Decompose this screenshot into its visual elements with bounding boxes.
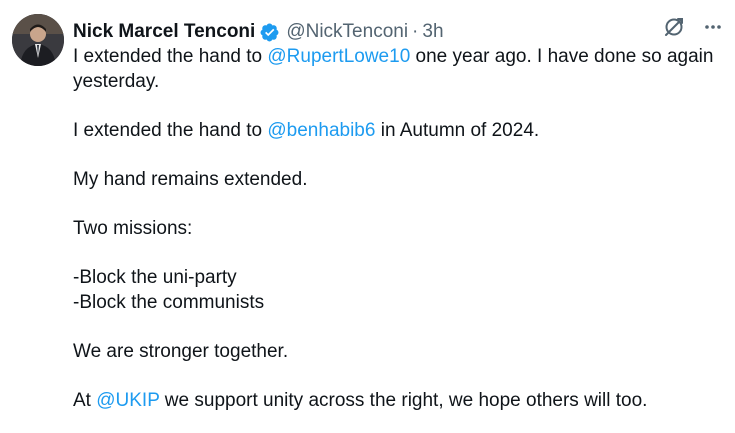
paragraph-7: At @UKIP we support unity across the rig…: [73, 388, 723, 413]
verified-badge-icon[interactable]: [259, 22, 280, 43]
mention-link[interactable]: @benhabib6: [267, 120, 375, 141]
avatar[interactable]: [12, 14, 64, 66]
post-time[interactable]: 3h: [422, 21, 443, 43]
paragraph-4: Two missions:: [73, 218, 193, 239]
text-segment: At: [73, 390, 97, 411]
paragraph-5: -Block the uni-party -Block the communist…: [73, 265, 723, 315]
header-actions: [663, 16, 723, 38]
avatar-photo: [12, 14, 64, 66]
text-segment: we support unity across the right, we ho…: [159, 390, 648, 411]
separator-dot: ·: [412, 21, 419, 42]
tweet: Nick Marcel Tenconi @NickTenconi · 3h I …: [0, 0, 735, 433]
text-segment: I extended the hand to: [73, 120, 268, 141]
tweet-header: Nick Marcel Tenconi @NickTenconi · 3h: [73, 20, 723, 44]
paragraph-2: I extended the hand to @benhabib6 in Aut…: [73, 118, 723, 143]
author-name[interactable]: Nick Marcel Tenconi: [73, 21, 255, 43]
text-segment: I extended the hand to: [73, 46, 268, 67]
mention-link[interactable]: @RupertLowe10: [267, 46, 410, 67]
list-line: -Block the communists: [73, 292, 265, 313]
more-options-icon[interactable]: [703, 17, 723, 37]
paragraph-6: We are stronger together.: [73, 341, 289, 362]
grok-icon[interactable]: [663, 16, 685, 38]
paragraph-3: My hand remains extended.: [73, 169, 308, 190]
tweet-text: I extended the hand to @RupertLowe10 one…: [73, 44, 723, 413]
mention-link[interactable]: @UKIP: [96, 390, 159, 411]
text-segment: in Autumn of 2024.: [375, 120, 540, 141]
list-line: -Block the uni-party: [73, 267, 237, 288]
author-handle[interactable]: @NickTenconi: [286, 21, 408, 43]
paragraph-1: I extended the hand to @RupertLowe10 one…: [73, 44, 723, 94]
